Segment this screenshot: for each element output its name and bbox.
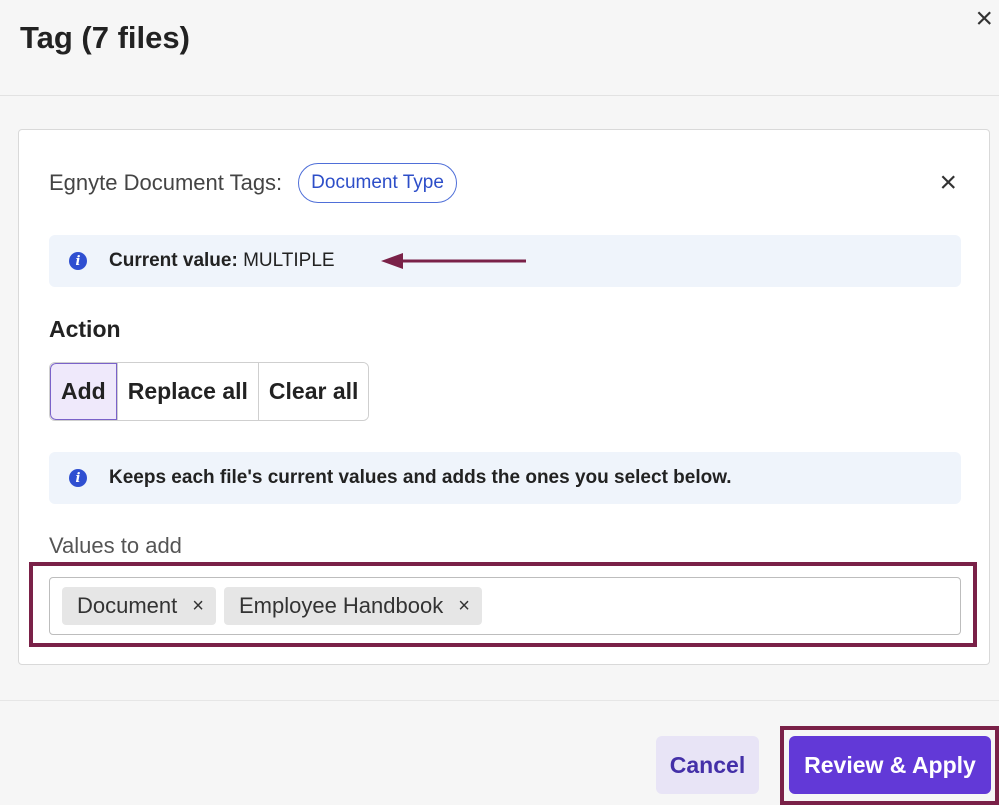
action-clear-all-button[interactable]: Clear all — [257, 363, 369, 420]
action-add-button[interactable]: Add — [50, 363, 117, 420]
info-icon: i — [69, 469, 87, 487]
value-tag: Employee Handbook × — [223, 587, 482, 625]
document-type-chip: Document Type — [298, 163, 457, 203]
value-tag-label: Document — [77, 593, 178, 618]
close-icon[interactable]: × — [975, 4, 993, 34]
current-value: MULTIPLE — [243, 250, 335, 271]
values-input[interactable]: Document × Employee Handbook × — [49, 577, 961, 635]
help-text: Keeps each file's current values and add… — [109, 467, 732, 488]
action-segmented-control: Add Replace all Clear all — [49, 362, 370, 421]
action-label: Action — [49, 316, 121, 342]
footer-divider — [0, 700, 999, 701]
cancel-button[interactable]: Cancel — [656, 736, 759, 794]
remove-tag-icon[interactable]: × — [192, 595, 204, 618]
review-apply-button[interactable]: Review & Apply — [789, 736, 991, 794]
tag-field-card: Egnyte Document Tags: Document Type × i … — [18, 129, 990, 665]
value-tag-label: Employee Handbook — [238, 593, 444, 618]
field-label: Egnyte Document Tags: — [49, 170, 283, 195]
info-icon: i — [69, 252, 87, 270]
dialog-header: Tag (7 files) × — [0, 0, 999, 96]
field-header: Egnyte Document Tags: Document Type — [49, 162, 457, 204]
tag-dialog: Tag (7 files) × Egnyte Document Tags: Do… — [0, 0, 999, 805]
remove-tag-icon[interactable]: × — [458, 595, 470, 618]
action-replace-all-button[interactable]: Replace all — [116, 363, 258, 420]
values-label: Values to add — [49, 533, 182, 558]
dialog-title: Tag (7 files) — [20, 20, 190, 55]
arrow-left-icon — [381, 253, 526, 269]
remove-field-icon[interactable]: × — [939, 168, 957, 198]
help-banner: i Keeps each file's current values and a… — [49, 452, 961, 504]
current-value-label: Current value: — [109, 250, 238, 271]
value-tag: Document × — [62, 587, 216, 625]
